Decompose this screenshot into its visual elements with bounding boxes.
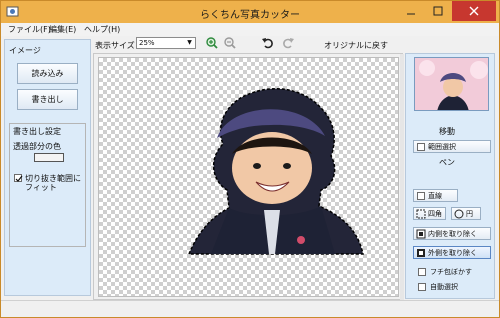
redo-icon[interactable] [281,36,295,50]
pen-label: ペン [439,158,455,167]
cut-outside-label: 外側を取り除く [428,248,477,257]
range-select-checkbox [417,142,425,151]
image-canvas[interactable] [98,57,399,297]
menu-bar: ファイル(F) 編集(E) ヘルプ(H) [1,23,499,36]
menu-help[interactable]: ヘルプ(H) [84,24,120,35]
minimize-icon [407,13,415,15]
circle-label: 円 [466,209,473,218]
preview-photo [415,58,488,110]
vertical-scrollbar[interactable] [400,54,404,301]
square-button[interactable]: 四角 [413,207,446,220]
circle-icon [454,209,464,218]
app-window: らくちん写真カッター ファイル(F) 編集(E) ヘルプ(H) イメージ 読み込… [0,0,500,318]
blur-edge-checkbox[interactable] [418,268,426,276]
zoom-value: 25% [139,39,155,47]
minimize-button[interactable] [398,1,424,21]
zoom-label: 表示サイズ [95,41,135,50]
zoom-in-icon[interactable] [205,36,219,50]
straight-line-checkbox [417,191,425,200]
blur-edge-label: フチ包ぼかす [430,268,472,276]
load-button[interactable]: 読み込み [17,63,78,84]
reset-original-button[interactable]: オリジナルに戻す [324,40,388,51]
check-icon [15,175,23,182]
square-icon [416,209,426,218]
canvas-area [93,53,404,301]
range-select-label: 範囲選択 [428,142,456,151]
export-settings-group: 書き出し設定 透過部分の色 切り抜き範囲に フィット [9,123,86,247]
left-panel: イメージ 読み込み 書き出し 書き出し設定 透過部分の色 切り抜き範囲に フィッ… [4,39,91,296]
export-settings-label: 書き出し設定 [13,127,61,136]
maximize-icon [433,6,443,16]
close-button[interactable] [452,1,496,21]
cutout-photo [187,88,364,255]
square-label: 四角 [428,209,442,218]
circle-button[interactable]: 円 [451,207,481,220]
menu-file[interactable]: ファイル(F) [8,24,51,35]
cut-inside-label: 内側を取り除く [428,229,477,238]
transparent-color-label: 透過部分の色 [13,142,61,151]
range-select-button[interactable]: 範囲選択 [413,140,491,153]
cut-inside-button[interactable]: 内側を取り除く [413,227,491,240]
straight-line-label: 直線 [428,191,442,200]
cut-outside-button[interactable]: 外側を取り除く [413,246,491,259]
zoom-select[interactable]: 25% ▼ [136,37,196,49]
status-bar [1,300,499,317]
fit-checkbox[interactable] [14,174,23,182]
preview-thumbnail [414,57,489,111]
transparent-color-swatch[interactable] [34,153,64,162]
toolbar: 表示サイズ 25% ▼ オリジナルに戻す [93,36,403,53]
auto-select-label: 自動選択 [430,283,458,291]
move-label: 移動 [439,127,455,136]
image-section-label: イメージ [9,46,41,55]
title-bar: らくちん写真カッター [1,1,499,23]
cut-outside-icon [417,248,425,257]
chevron-down-icon: ▼ [187,39,192,46]
cut-inside-icon [416,229,426,238]
close-icon [469,6,479,16]
zoom-out-icon[interactable] [223,36,237,50]
straight-line-button[interactable]: 直線 [413,189,458,202]
menu-edit[interactable]: 編集(E) [49,24,76,35]
auto-select-checkbox[interactable] [418,283,426,291]
export-button[interactable]: 書き出し [17,89,78,110]
right-panel: 移動 範囲選択 ペン 直線 四角 円 内側を取り除く 外側を取り除く フチ包ぼか… [405,53,495,299]
fit-label-line2: フィット [25,183,57,192]
undo-icon[interactable] [261,36,275,50]
maximize-button[interactable] [425,1,451,21]
